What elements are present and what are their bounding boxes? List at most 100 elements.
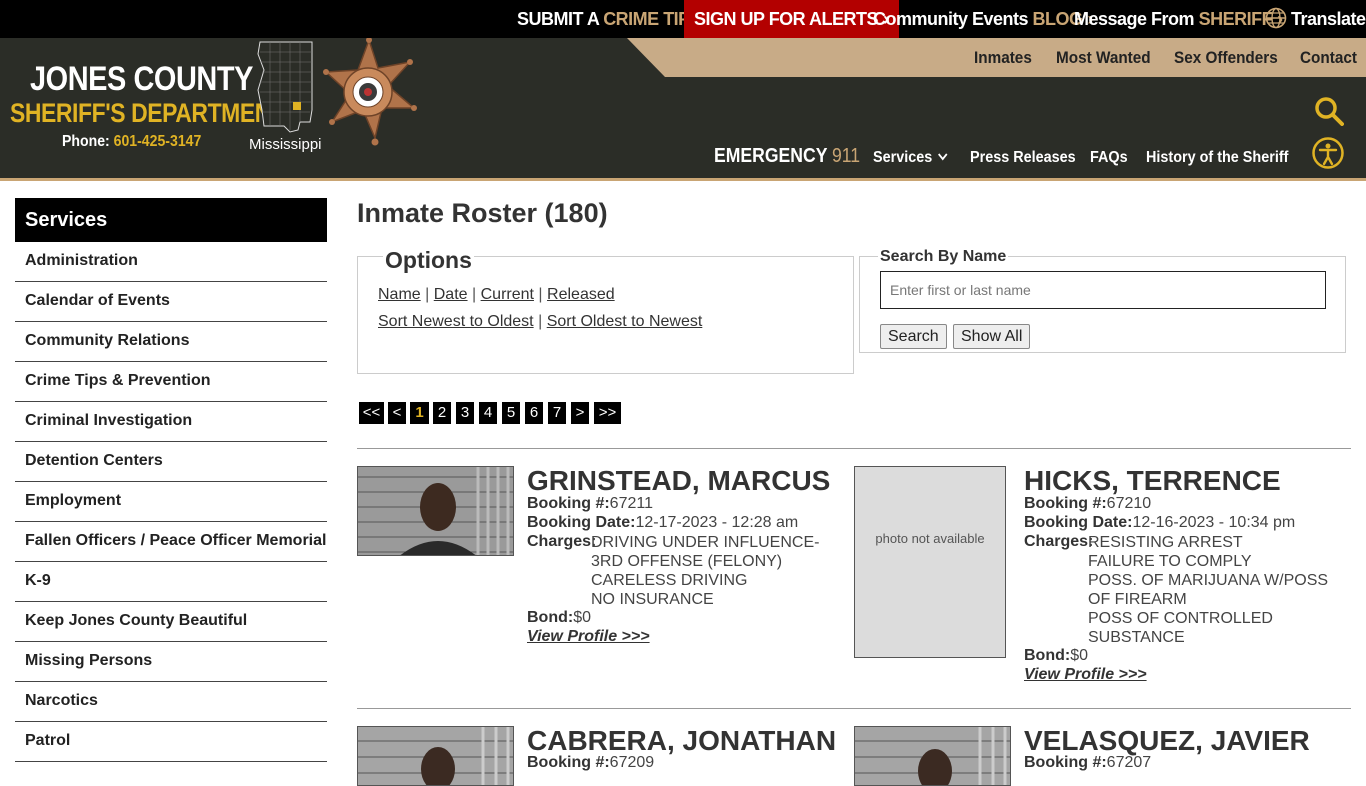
charge-item: POSS OF CONTROLLED SUBSTANCE — [1088, 610, 1273, 646]
booking-number: Booking #:67209 — [527, 754, 654, 772]
emergency-number[interactable]: EMERGENCY 911 — [714, 145, 860, 168]
booking-date-value: 12-16-2023 - 10:34 pm — [1132, 514, 1296, 531]
sidebar-item-narcotics[interactable]: Narcotics — [15, 682, 327, 722]
sort-newest-link[interactable]: Sort Newest to Oldest — [378, 313, 534, 330]
divider — [357, 708, 1351, 709]
nav-history[interactable]: History of the Sheriff — [1146, 149, 1288, 167]
page-2[interactable]: 2 — [433, 402, 451, 424]
view-profile-link[interactable]: View Profile >>> — [527, 628, 650, 646]
sidebar-item-crime-tips[interactable]: Crime Tips & Prevention — [15, 362, 327, 402]
nav-faqs[interactable]: FAQs — [1090, 149, 1128, 167]
sidebar-item-patrol[interactable]: Patrol — [15, 722, 327, 762]
message-from-sheriff-link[interactable]: Message From SHERIFF › — [1074, 0, 1283, 38]
nav-press-releases[interactable]: Press Releases — [970, 149, 1076, 167]
sheriff-star-badge-icon[interactable] — [320, 38, 418, 148]
page-4[interactable]: 4 — [479, 402, 497, 424]
booking-number-label: Booking #: — [1024, 754, 1107, 771]
page-1[interactable]: 1 — [410, 402, 429, 424]
booking-number-label: Booking #: — [527, 754, 610, 771]
bond: Bond:$0 — [1024, 647, 1088, 665]
page-3[interactable]: 3 — [456, 402, 474, 424]
nav-contact[interactable]: Contact — [1300, 48, 1357, 68]
sidebar-item-k9[interactable]: K-9 — [15, 562, 327, 602]
state-label: Mississippi — [249, 136, 322, 153]
sidebar-item-fallen-officers[interactable]: Fallen Officers / Peace Officer Memorial — [15, 522, 327, 562]
site-title[interactable]: JONES COUNTY — [30, 60, 253, 99]
sign-up-alerts-link[interactable]: SIGN UP FOR ALERTS › — [684, 0, 899, 38]
separator: | — [425, 286, 430, 303]
charges-label: Charges: — [1024, 533, 1094, 550]
search-icon[interactable] — [1314, 96, 1344, 126]
page-5[interactable]: 5 — [502, 402, 520, 424]
nav-inmates[interactable]: Inmates — [974, 48, 1032, 68]
page-next[interactable]: > — [571, 402, 589, 424]
bond-value: $0 — [573, 609, 591, 626]
emergency-digits: 911 — [832, 145, 861, 167]
bond-label: Bond: — [527, 609, 574, 626]
charge-item: RESISTING ARREST — [1088, 534, 1243, 551]
filter-released-link[interactable]: Released — [547, 286, 615, 303]
sidebar-item-criminal-investigation[interactable]: Criminal Investigation — [15, 402, 327, 442]
options-legend: Options — [383, 247, 474, 274]
inmate-name[interactable]: CABRERA, JONATHAN — [527, 725, 836, 757]
inmate-name[interactable]: HICKS, TERRENCE — [1024, 465, 1281, 497]
inmate-photo[interactable] — [854, 726, 1011, 786]
charges-list: RESISTING ARREST FAILURE TO COMPLY POSS.… — [1088, 533, 1346, 647]
sidebar-item-employment[interactable]: Employment — [15, 482, 327, 522]
nav-most-wanted[interactable]: Most Wanted — [1056, 48, 1151, 68]
nav-services[interactable]: Services — [873, 149, 948, 167]
filter-current-link[interactable]: Current — [481, 286, 534, 303]
booking-number-value: 67211 — [609, 495, 653, 512]
booking-date: Booking Date:12-16-2023 - 10:34 pm — [1024, 514, 1295, 532]
services-sidebar: Services Administration Calendar of Even… — [15, 198, 327, 762]
sidebar-item-administration[interactable]: Administration — [15, 242, 327, 282]
translate-link[interactable]: Translate — [1265, 0, 1366, 38]
booking-date-value: 12-17-2023 - 12:28 am — [635, 514, 799, 531]
site-subtitle[interactable]: SHERIFF'S DEPARTMENT — [10, 98, 285, 129]
submit-crime-tip-link[interactable]: SUBMIT A CRIME TIP› — [517, 0, 701, 38]
booking-number: Booking #:67210 — [1024, 495, 1151, 513]
sort-name-link[interactable]: Name — [378, 286, 421, 303]
charges-list: DRIVING UNDER INFLUENCE-3RD OFFENSE (FEL… — [591, 533, 836, 609]
phone-label: Phone: — [62, 133, 110, 150]
inmate-photo[interactable]: photo not available — [854, 466, 1006, 658]
sort-date-link[interactable]: Date — [434, 286, 468, 303]
booking-number-value: 67210 — [1106, 495, 1152, 512]
search-button[interactable]: Search — [880, 324, 947, 349]
charge-item: DRIVING UNDER INFLUENCE-3RD OFFENSE (FEL… — [591, 534, 820, 570]
show-all-button[interactable]: Show All — [953, 324, 1031, 349]
sort-oldest-link[interactable]: Sort Oldest to Newest — [547, 313, 703, 330]
inmate-photo[interactable] — [357, 726, 514, 786]
sheriff-text: SHERIFF — [1198, 9, 1273, 29]
view-profile-link[interactable]: View Profile >>> — [1024, 666, 1147, 684]
globe-icon — [1265, 7, 1287, 29]
booking-date: Booking Date:12-17-2023 - 12:28 am — [527, 514, 798, 532]
nav-sex-offenders[interactable]: Sex Offenders — [1174, 48, 1278, 68]
page-7[interactable]: 7 — [548, 402, 566, 424]
sidebar-item-detention-centers[interactable]: Detention Centers — [15, 442, 327, 482]
phone-number[interactable]: 601-425-3147 — [114, 133, 202, 150]
charges-label: Charges: — [527, 533, 597, 550]
name-search-input[interactable] — [880, 271, 1326, 309]
inmate-photo[interactable] — [357, 466, 514, 556]
accessibility-icon[interactable] — [1312, 137, 1344, 169]
mugshot-image — [358, 467, 513, 555]
page-first[interactable]: << — [359, 402, 384, 424]
sidebar-item-calendar[interactable]: Calendar of Events — [15, 282, 327, 322]
photo-not-available-text: photo not available — [875, 531, 985, 546]
inmate-name[interactable]: GRINSTEAD, MARCUS — [527, 465, 830, 497]
submit-a-text: SUBMIT A — [517, 9, 599, 29]
sidebar-item-community-relations[interactable]: Community Relations — [15, 322, 327, 362]
bond-value: $0 — [1070, 647, 1088, 664]
page-last[interactable]: >> — [594, 402, 621, 424]
booking-number-value: 67207 — [1106, 754, 1152, 771]
page-prev[interactable]: < — [388, 402, 406, 424]
sidebar-item-keep-beautiful[interactable]: Keep Jones County Beautiful — [15, 602, 327, 642]
inmate-name[interactable]: VELASQUEZ, JAVIER — [1024, 725, 1310, 757]
charges-label-line: Charges: — [1024, 533, 1093, 551]
sidebar-item-missing-persons[interactable]: Missing Persons — [15, 642, 327, 682]
page-6[interactable]: 6 — [525, 402, 543, 424]
top-utility-bar: SUBMIT A CRIME TIP› SIGN UP FOR ALERTS› … — [0, 0, 1366, 38]
community-events-blog-link[interactable]: Community Events BLOG › — [873, 0, 1094, 38]
chevron-down-icon — [938, 153, 948, 161]
